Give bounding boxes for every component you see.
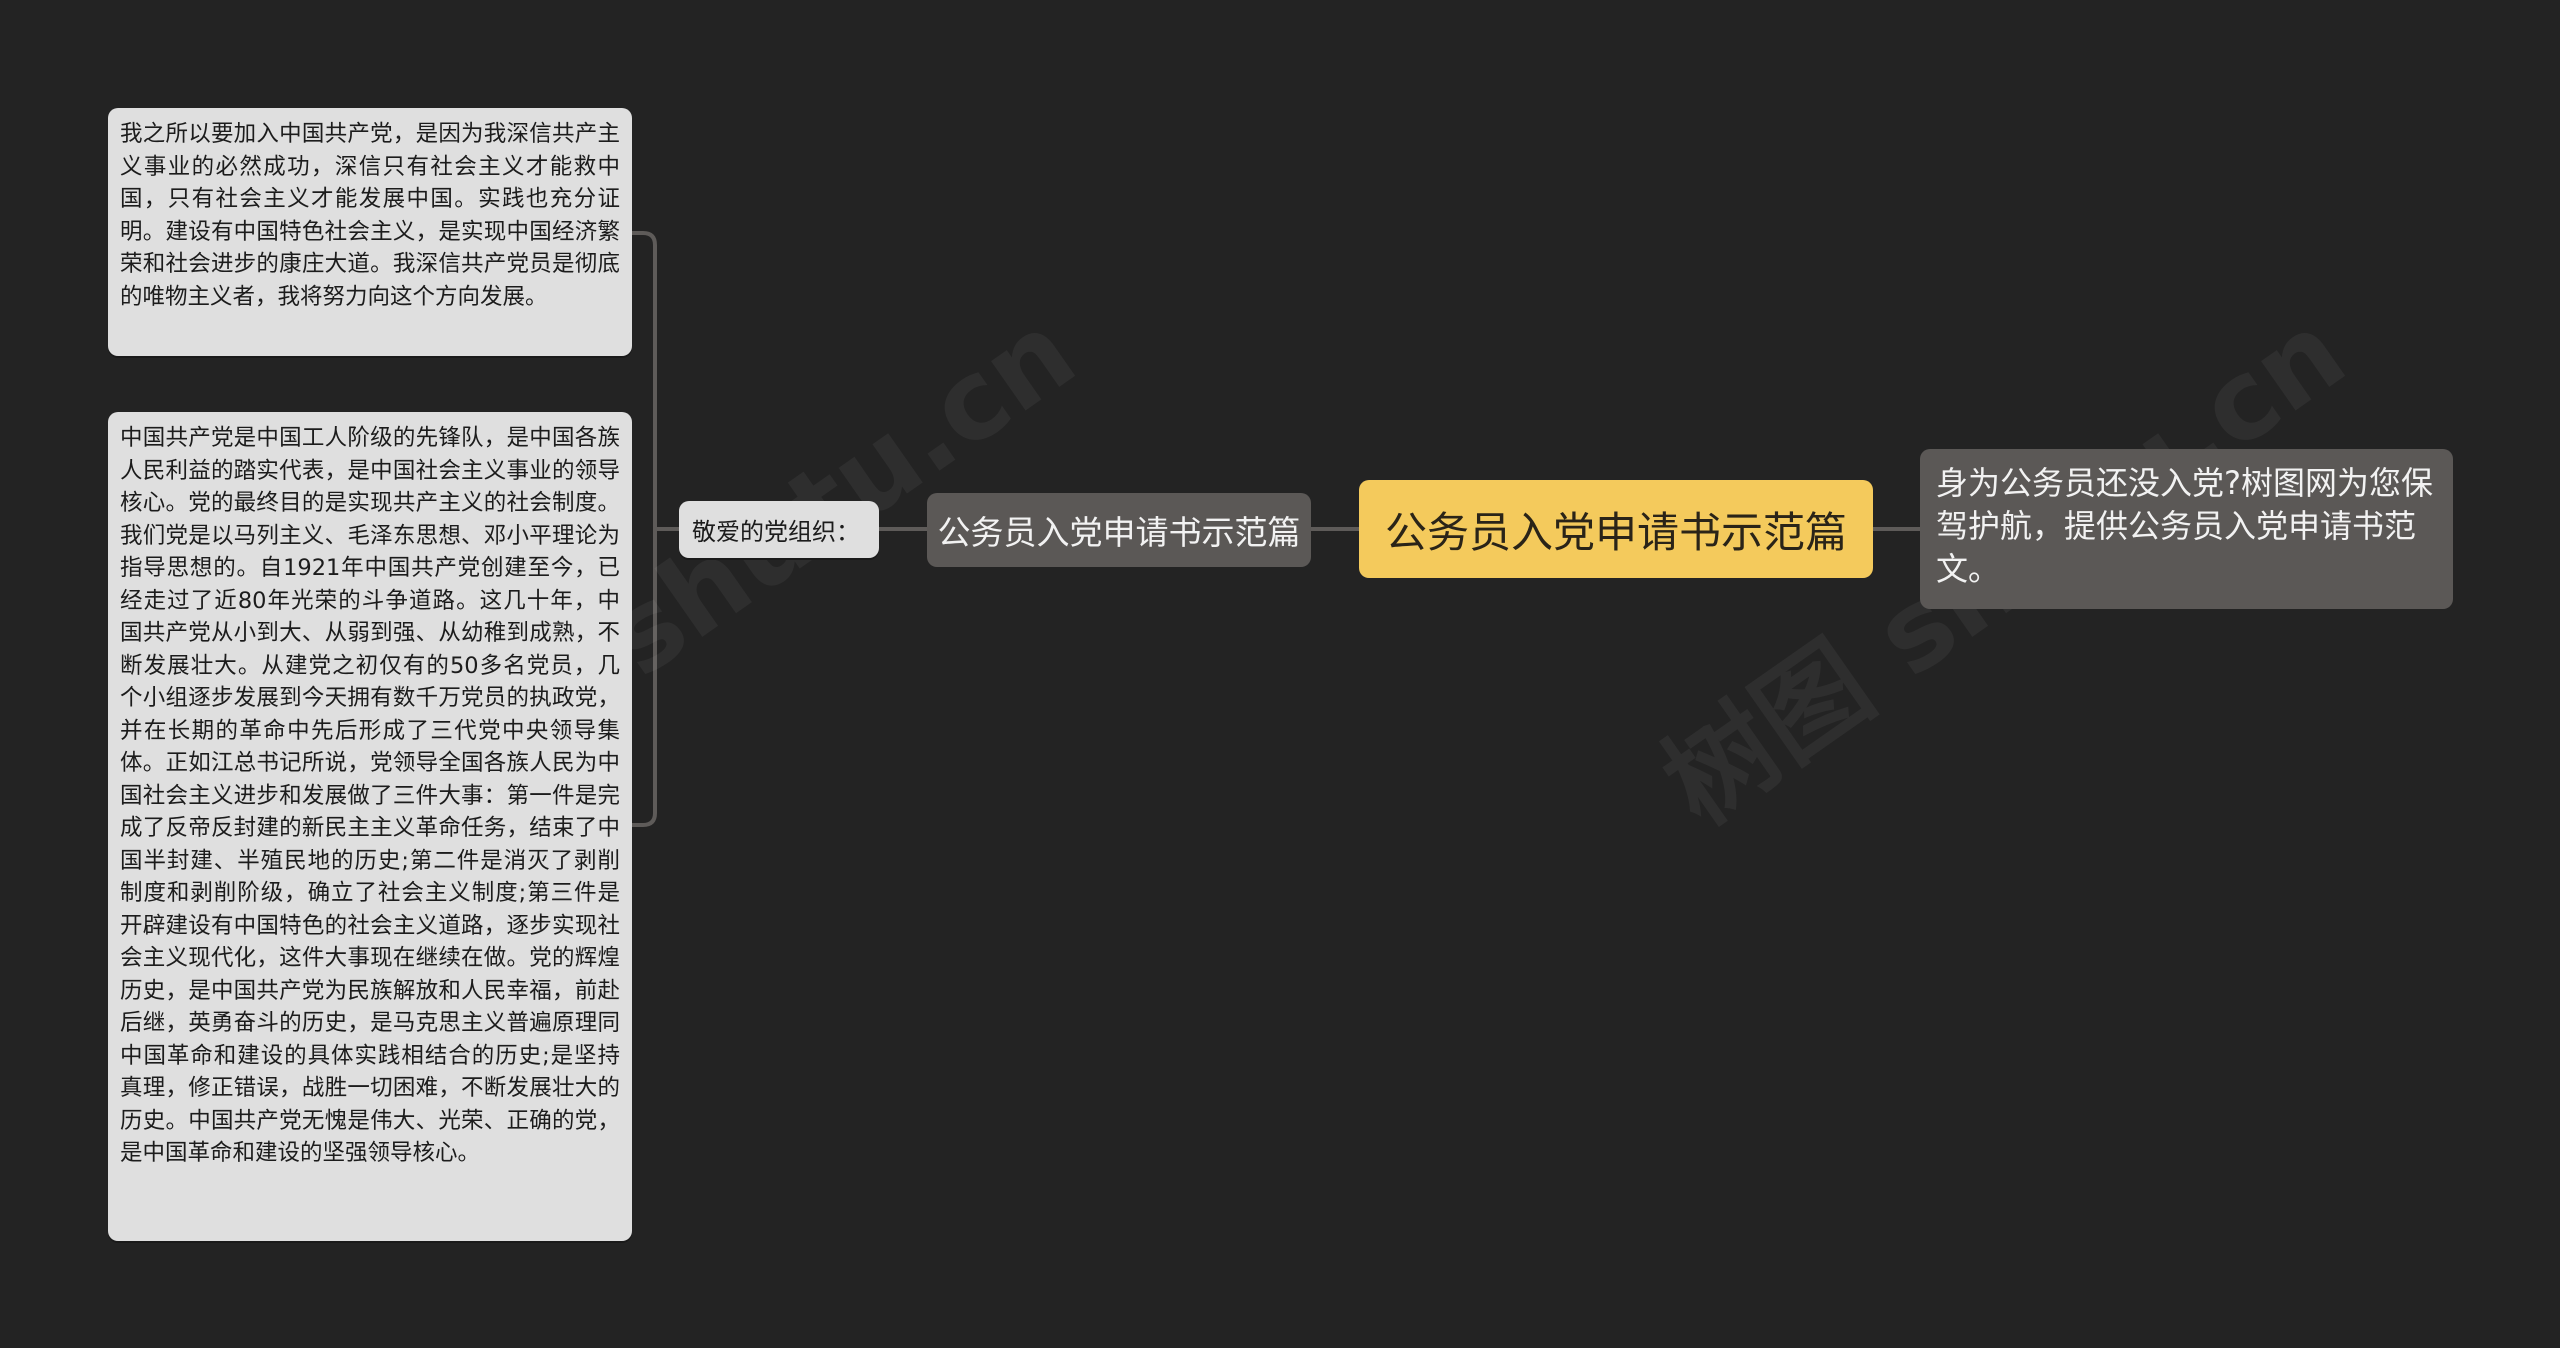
root-node[interactable]: 公务员入党申请书示范篇 [1359,480,1873,578]
leaf-node[interactable]: 我之所以要加入中国共产党，是因为我深信共产主义事业的必然成功，深信只有社会主义才… [108,108,632,356]
branch-node[interactable]: 公务员入党申请书示范篇 [927,493,1311,567]
connector-bracket [632,231,657,827]
description-node[interactable]: 身为公务员还没入党?树图网为您保驾护航，提供公务员入党申请书范文。 [1920,449,2453,609]
sub-branch-label: 敬爱的党组织： [692,518,860,546]
leaf-node-text: 中国共产党是中国工人阶级的先锋队，是中国各族人民利益的踏实代表，是中国社会主义事… [120,425,620,1166]
branch-label: 公务员入党申请书示范篇 [937,513,1301,552]
root-label: 公务员入党申请书示范篇 [1384,507,1847,557]
leaf-node-text: 我之所以要加入中国共产党，是因为我深信共产主义事业的必然成功，深信只有社会主义才… [120,121,620,310]
description-text: 身为公务员还没入党?树图网为您保驾护航，提供公务员入党申请书范文。 [1936,464,2433,588]
leaf-node[interactable]: 中国共产党是中国工人阶级的先锋队，是中国各族人民利益的踏实代表，是中国社会主义事… [108,412,632,1241]
sub-branch-node[interactable]: 敬爱的党组织： [679,501,879,558]
